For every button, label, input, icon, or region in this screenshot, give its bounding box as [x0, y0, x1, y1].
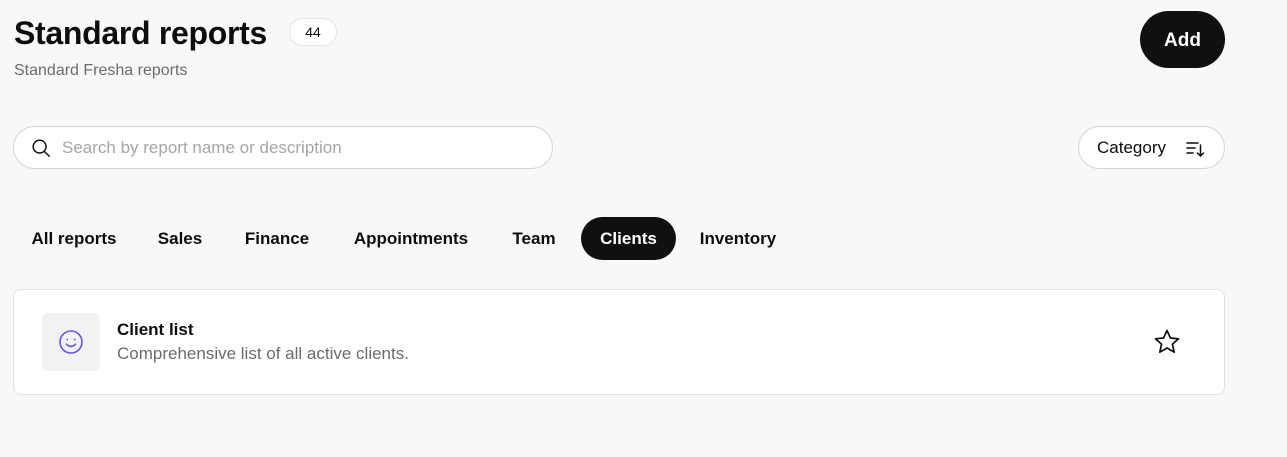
sort-icon: [1186, 142, 1205, 157]
search-icon: [32, 139, 50, 157]
page-title: Standard reports: [14, 15, 268, 51]
tab-inventory[interactable]: Inventory: [691, 217, 785, 260]
tab-clients[interactable]: Clients: [581, 217, 676, 260]
tab-sales[interactable]: Sales: [148, 217, 212, 260]
search-bar[interactable]: [13, 126, 553, 169]
category-filter-button[interactable]: Category: [1078, 126, 1225, 169]
report-title: Client list: [117, 320, 194, 339]
standard-reports-page: Standard reports 44 Standard Fresha repo…: [0, 0, 1287, 457]
report-count-badge: 44: [289, 18, 337, 46]
smile-icon: [59, 330, 83, 354]
report-description: Comprehensive list of all active clients…: [117, 344, 409, 363]
tab-all-reports[interactable]: All reports: [14, 217, 134, 260]
report-card-client-list[interactable]: Client list Comprehensive list of all ac…: [13, 289, 1225, 395]
tab-appointments[interactable]: Appointments: [343, 217, 479, 260]
page-subtitle: Standard Fresha reports: [14, 62, 188, 79]
tab-team[interactable]: Team: [502, 217, 566, 260]
star-icon[interactable]: [1153, 328, 1181, 356]
search-input[interactable]: [62, 127, 532, 168]
category-label: Category: [1097, 138, 1166, 157]
tab-finance[interactable]: Finance: [235, 217, 319, 260]
add-button[interactable]: Add: [1140, 11, 1225, 68]
report-icon-container: [42, 313, 100, 371]
